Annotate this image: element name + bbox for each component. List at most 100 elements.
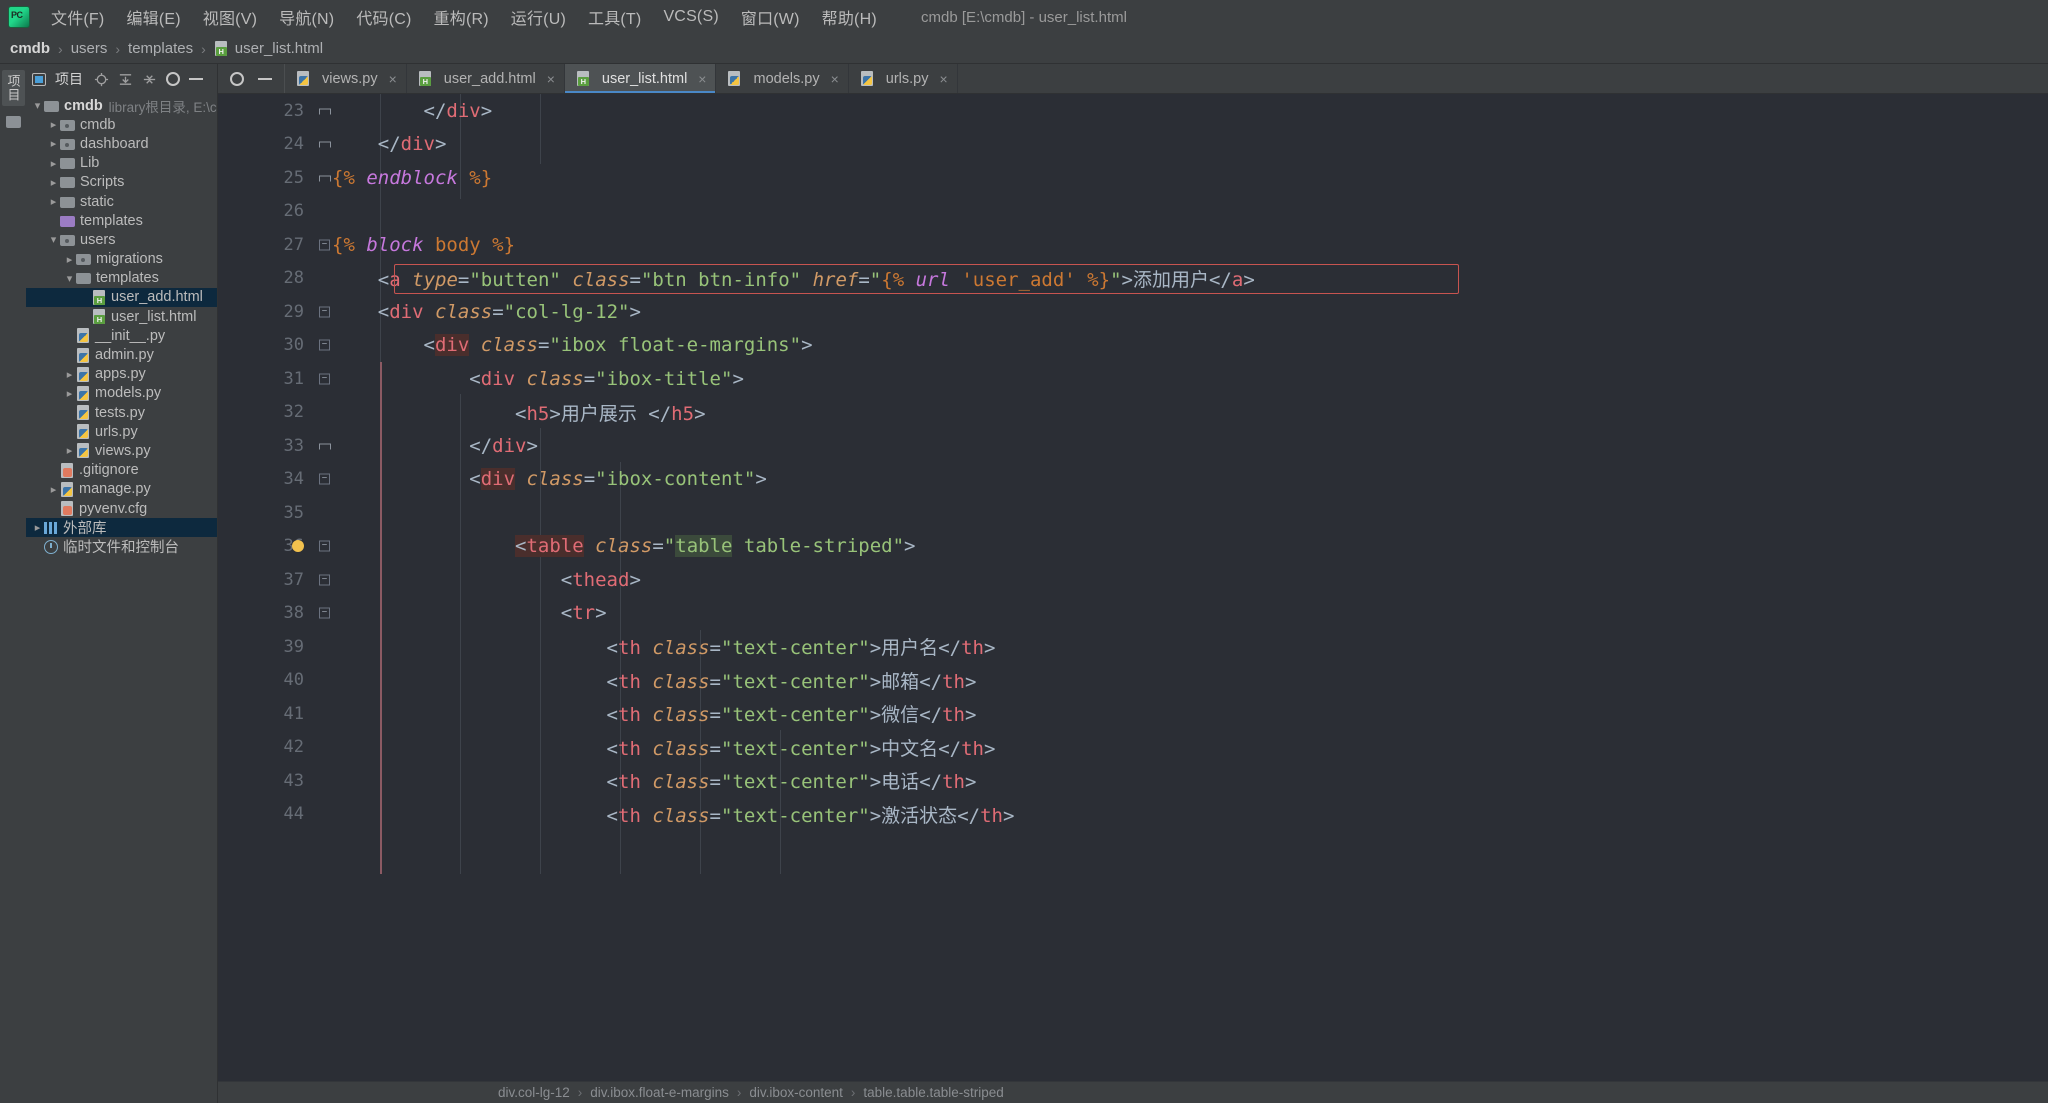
- tree-node-cmdb[interactable]: ▸ cmdb: [26, 115, 217, 134]
- line-number-44[interactable]: 44: [218, 798, 314, 832]
- code-editor[interactable]: 23 24 25 26 27− 28 29−30−31− 32 33 34− 35 36−37−38−…: [218, 94, 2048, 1081]
- collapse-all-icon[interactable]: [142, 72, 157, 87]
- tree-node-lib[interactable]: ▸ Lib: [26, 154, 217, 173]
- menu-help[interactable]: 帮助(H): [811, 2, 888, 32]
- code-line-33[interactable]: </div>: [314, 429, 2048, 463]
- menu-refactor[interactable]: 重构(R): [423, 2, 500, 32]
- code-line-42[interactable]: <th class="text-center">中文名</th>: [314, 731, 2048, 765]
- line-number-25[interactable]: 25: [218, 161, 331, 195]
- locate-icon[interactable]: [94, 72, 109, 87]
- close-icon[interactable]: ×: [389, 71, 397, 87]
- line-number-33[interactable]: 33: [218, 429, 331, 463]
- tree-node-users[interactable]: ▾ users: [26, 230, 217, 249]
- code-line-41[interactable]: <th class="text-center">微信</th>: [314, 697, 2048, 731]
- chevron-right-icon[interactable]: ▸: [64, 368, 75, 381]
- line-number-39[interactable]: 39: [218, 630, 314, 664]
- line-number-37[interactable]: 37−: [218, 563, 330, 597]
- tree-node---------[interactable]: ▸临时文件和控制台: [26, 537, 217, 556]
- line-number-36[interactable]: 36−: [218, 530, 330, 564]
- expand-all-icon[interactable]: [118, 72, 133, 87]
- line-number-42[interactable]: 42: [218, 731, 314, 765]
- tree-node-cmdb[interactable]: ▾ cmdb library根目录, E:\cmdb: [26, 96, 217, 115]
- status-crumb-0[interactable]: div.col-lg-12: [498, 1085, 570, 1100]
- breadcrumb-item-templates[interactable]: templates: [128, 40, 193, 57]
- folder-icon[interactable]: [5, 116, 21, 128]
- tree-node-pyvenv-cfg[interactable]: ▸pyvenv.cfg: [26, 499, 217, 518]
- menu-vcs[interactable]: VCS(S): [652, 5, 729, 29]
- code-line-43[interactable]: <th class="text-center">电话</th>: [314, 764, 2048, 798]
- line-number-27[interactable]: 27−: [218, 228, 330, 262]
- settings-gear-icon[interactable]: [230, 71, 244, 86]
- code-line-39[interactable]: <th class="text-center">用户名</th>: [314, 630, 2048, 664]
- tree-node-admin-py[interactable]: ▸admin.py: [26, 345, 217, 364]
- code-line-35[interactable]: [314, 496, 2048, 530]
- chevron-right-icon[interactable]: ▸: [64, 387, 75, 400]
- close-icon[interactable]: ×: [547, 71, 555, 87]
- code-line-24[interactable]: </div>: [314, 128, 2048, 162]
- code-content[interactable]: </div> </div> {% endblock %} {% block body…: [314, 94, 2048, 1081]
- code-line-23[interactable]: </div>: [314, 94, 2048, 128]
- tree-node----[interactable]: ▸ 外部库: [26, 518, 217, 538]
- code-line-30[interactable]: <div class="ibox float-e-margins">: [314, 329, 2048, 363]
- breadcrumb-item-users[interactable]: users: [71, 40, 108, 57]
- line-number-34[interactable]: 34−: [218, 463, 330, 497]
- chevron-right-icon[interactable]: ▸: [48, 157, 59, 170]
- chevron-right-icon[interactable]: ▸: [32, 521, 43, 534]
- status-crumb-1[interactable]: div.ibox.float-e-margins: [590, 1085, 729, 1100]
- menu-view[interactable]: 视图(V): [192, 2, 268, 32]
- menu-file[interactable]: 文件(F): [40, 2, 115, 32]
- line-number-23[interactable]: 23: [218, 94, 331, 128]
- tree-node-templates[interactable]: ▸templates: [26, 211, 217, 230]
- chevron-right-icon[interactable]: ▸: [48, 118, 59, 131]
- hide-panel-icon[interactable]: [189, 78, 203, 80]
- line-number-32[interactable]: 32: [218, 396, 314, 430]
- close-icon[interactable]: ×: [939, 71, 947, 87]
- close-icon[interactable]: ×: [698, 71, 706, 87]
- chevron-down-icon[interactable]: ▾: [32, 99, 43, 112]
- line-number-31[interactable]: 31−: [218, 362, 330, 396]
- tree-node-scripts[interactable]: ▸ Scripts: [26, 173, 217, 192]
- line-number-43[interactable]: 43: [218, 764, 314, 798]
- tree-node-migrations[interactable]: ▸ migrations: [26, 250, 217, 269]
- menu-run[interactable]: 运行(U): [500, 2, 577, 32]
- project-view-icon[interactable]: [32, 72, 46, 86]
- code-line-28[interactable]: <a type="butten" class="btn btn-info" hr…: [314, 262, 2048, 296]
- editor-tab-user-list-html[interactable]: user_list.html ×: [564, 64, 717, 93]
- line-number-24[interactable]: 24: [218, 128, 331, 162]
- tree-node-models-py[interactable]: ▸ models.py: [26, 384, 217, 403]
- tree-node---init---py[interactable]: ▸__init__.py: [26, 326, 217, 345]
- chevron-right-icon[interactable]: ▸: [48, 195, 59, 208]
- code-line-31[interactable]: <div class="ibox-title">: [314, 362, 2048, 396]
- line-number-41[interactable]: 41: [218, 697, 314, 731]
- line-number-gutter[interactable]: 23 24 25 26 27− 28 29−30−31− 32 33 34− 35 36−37−38−…: [218, 94, 331, 1081]
- chevron-right-icon[interactable]: ▸: [48, 483, 59, 496]
- intention-bulb-icon[interactable]: [292, 540, 304, 553]
- code-line-36[interactable]: <table class="table table-striped">: [314, 530, 2048, 564]
- code-line-29[interactable]: <div class="col-lg-12">: [314, 295, 2048, 329]
- editor-tab-views-py[interactable]: views.py ×: [285, 64, 407, 93]
- line-number-28[interactable]: 28: [218, 262, 314, 296]
- tree-node-dashboard[interactable]: ▸ dashboard: [26, 134, 217, 153]
- code-line-26[interactable]: [314, 195, 2048, 229]
- menu-window[interactable]: 窗口(W): [730, 2, 811, 32]
- chevron-right-icon[interactable]: ▸: [64, 253, 75, 266]
- line-number-38[interactable]: 38−: [218, 597, 330, 631]
- chevron-right-icon[interactable]: ▸: [64, 444, 75, 457]
- chevron-right-icon[interactable]: ▸: [48, 176, 59, 189]
- menu-edit[interactable]: 编辑(E): [115, 2, 191, 32]
- tree-node-user-add-html[interactable]: ▸user_add.html: [26, 287, 217, 308]
- chevron-down-icon[interactable]: ▾: [64, 272, 75, 285]
- strip-button-project[interactable]: 项目: [1, 70, 25, 106]
- tree-node-static[interactable]: ▸ static: [26, 192, 217, 211]
- tree-node-urls-py[interactable]: ▸urls.py: [26, 422, 217, 441]
- status-crumb-3[interactable]: table.table.table-striped: [863, 1085, 1003, 1100]
- code-line-32[interactable]: <h5>用户展示 </h5>: [314, 396, 2048, 430]
- breadcrumb-item-file[interactable]: user_list.html: [235, 40, 323, 57]
- editor-tab-models-py[interactable]: models.py ×: [716, 64, 849, 93]
- breadcrumb-item-project[interactable]: cmdb: [10, 40, 50, 57]
- status-crumb-2[interactable]: div.ibox-content: [749, 1085, 843, 1100]
- menu-navigate[interactable]: 导航(N): [268, 2, 345, 32]
- tree-node-templates[interactable]: ▾ templates: [26, 269, 217, 288]
- settings-icon[interactable]: [166, 72, 180, 86]
- chevron-down-icon[interactable]: ▾: [48, 233, 59, 246]
